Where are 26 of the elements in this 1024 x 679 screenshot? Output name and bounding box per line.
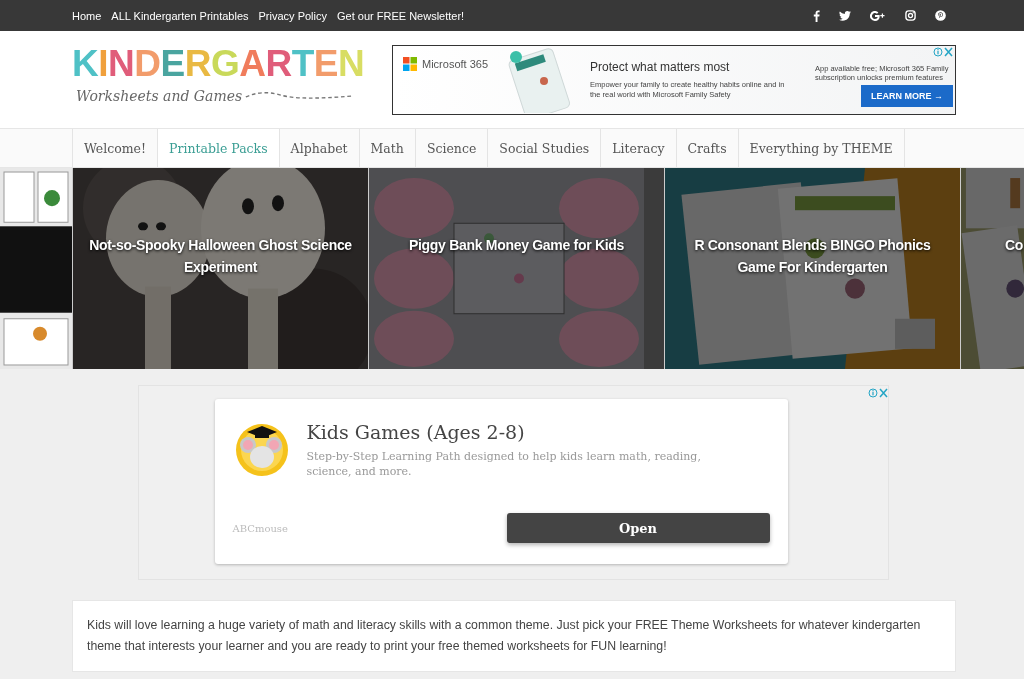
nav-tab[interactable]: Everything by THEME xyxy=(737,129,905,167)
top-link[interactable]: Privacy Policy xyxy=(258,9,327,22)
top-link[interactable]: Get our FREE Newsletter! xyxy=(337,9,465,22)
ad-title: Kids Games (Ages 2-8) xyxy=(306,421,526,443)
slide-caption[interactable]: Co xyxy=(1005,234,1024,256)
twitter-icon[interactable] xyxy=(839,10,851,21)
top-link[interactable]: ALL Kindergarten Printables xyxy=(111,9,249,22)
learn-more-button[interactable]: LEARN MORE → xyxy=(861,85,953,107)
ad-card[interactable]: Kids Games (Ages 2-8) Step-by-Step Learning Path designed to help kids learn math, reading, science, and more. ABCmouse Open xyxy=(214,399,788,564)
microsoft-logo-icon xyxy=(403,56,417,71)
pinterest-icon[interactable] xyxy=(935,10,946,21)
ad-description: Step-by-Step Learning Path designed to help kids learn math, reading, science, and more. xyxy=(306,449,702,479)
top-link[interactable]: Home xyxy=(72,9,102,22)
ad-headline: Protect what matters most xyxy=(590,59,731,74)
ad-choices-icon[interactable] xyxy=(933,46,953,57)
site-logo[interactable]: KINDERGARTEN Worksheets and Games xyxy=(72,40,372,119)
ad-choices-icon[interactable] xyxy=(868,388,888,398)
banner-ad[interactable] xyxy=(392,44,956,115)
ad-brand: Microsoft 365 xyxy=(422,57,489,70)
slide-caption[interactable]: Piggy Bank Money Game for Kids xyxy=(383,234,650,256)
instagram-icon[interactable] xyxy=(905,10,916,21)
google-plus-icon[interactable] xyxy=(870,10,886,21)
facebook-icon[interactable] xyxy=(813,9,820,22)
open-button[interactable]: Open xyxy=(506,513,770,543)
intro-text: Kids will love learning a huge variety of math and literacy skills with a common theme. Just pick your FREE Theme Worksheets for whatever kindergarten theme that interests your learner and you are ready to print your free themed worksheets for FUN learning! xyxy=(87,617,922,655)
advertiser-name: ABCmouse xyxy=(232,522,288,534)
